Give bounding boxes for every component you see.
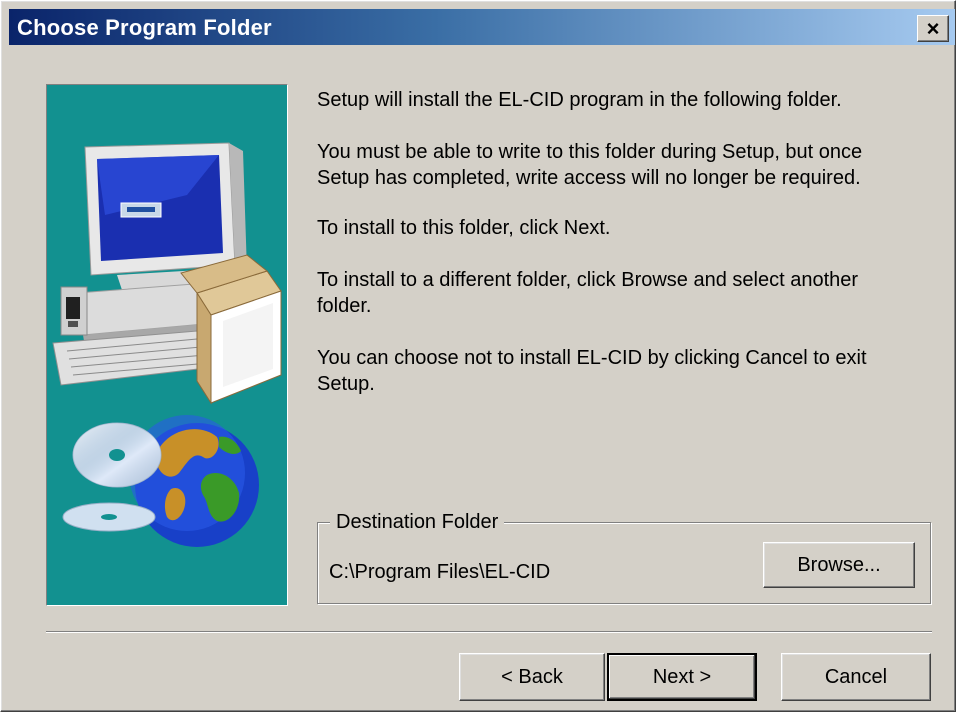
next-button[interactable]: Next > xyxy=(607,653,757,701)
setup-graphic-panel xyxy=(46,84,288,606)
button-separator xyxy=(46,631,932,633)
browse-instruction-line1: To install to a different folder, click … xyxy=(317,269,859,291)
destination-folder-label: Destination Folder xyxy=(330,509,505,535)
browse-instruction-line2: folder. xyxy=(317,295,372,317)
computer-setup-graphic xyxy=(52,142,282,547)
write-access-text-line1: You must be able to write to this folder… xyxy=(317,141,863,163)
window-title: Choose Program Folder xyxy=(17,15,272,40)
browse-button[interactable]: Browse... xyxy=(763,542,915,588)
cancel-button[interactable]: Cancel xyxy=(781,653,931,701)
write-access-text-line2: Setup has completed, write access will n… xyxy=(317,167,861,189)
intro-text: Setup will install the EL-CID program in… xyxy=(317,89,842,111)
title-bar[interactable]: Choose Program Folder × xyxy=(9,9,955,45)
destination-folder-group: Destination Folder C:\Program Files\EL-C… xyxy=(317,509,931,604)
close-icon: × xyxy=(926,15,940,41)
destination-path: C:\Program Files\EL-CID xyxy=(329,561,551,583)
cd-icon xyxy=(62,422,162,532)
cancel-instruction-line1: You can choose not to install EL-CID by … xyxy=(317,347,867,369)
close-button[interactable]: × xyxy=(917,15,949,42)
back-button[interactable]: < Back xyxy=(459,653,605,701)
keyboard-icon xyxy=(52,330,216,386)
install-here-text: To install to this folder, click Next. xyxy=(317,217,611,239)
setup-dialog: Choose Program Folder × Setup will insta… xyxy=(0,0,956,712)
cancel-instruction-line2: Setup. xyxy=(317,373,375,395)
